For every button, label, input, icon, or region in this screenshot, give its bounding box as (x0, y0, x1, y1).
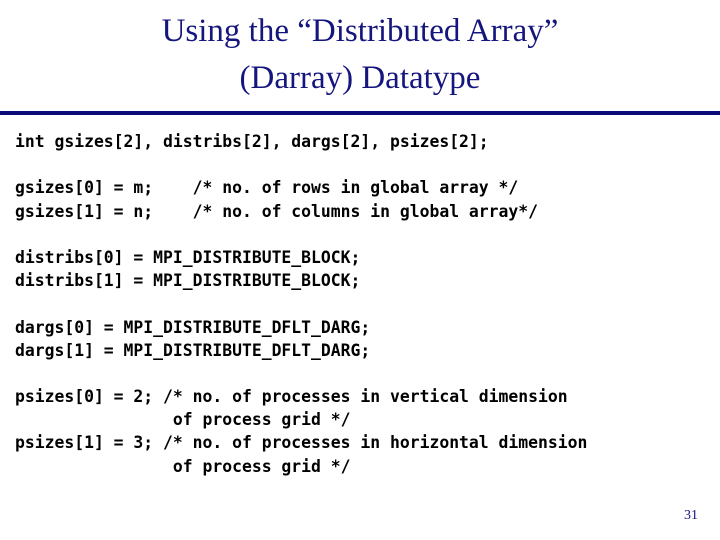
code-line: gsizes[0] = m; /* no. of rows in global … (15, 178, 519, 198)
code-line: dargs[1] = MPI_DISTRIBUTE_DFLT_DARG; (15, 340, 371, 360)
slide-canvas: Using the “Distributed Array” (Darray) D… (0, 0, 720, 540)
code-line: gsizes[1] = n; /* no. of columns in glob… (15, 201, 539, 221)
slide-title-line-2: (Darray) Datatype (239, 60, 481, 96)
code-line: distribs[1] = MPI_DISTRIBUTE_BLOCK; (15, 271, 361, 291)
code-line: of process grid */ (15, 410, 351, 430)
code-line: int gsizes[2], distribs[2], dargs[2], ps… (15, 132, 489, 151)
code-body: int gsizes[2], distribs[2], dargs[2], ps… (15, 130, 720, 478)
code-line: psizes[0] = 2; /* no. of processes in ve… (15, 387, 568, 407)
code-line: dargs[0] = MPI_DISTRIBUTE_DFLT_DARG; (15, 317, 371, 337)
code-line: distribs[0] = MPI_DISTRIBUTE_BLOCK; (15, 247, 361, 267)
title-divider-rule (0, 111, 720, 115)
code-line: of process grid */ (15, 456, 351, 476)
slide-title-line-1: Using the “Distributed Array” (161, 13, 559, 49)
page-number: 31 (684, 508, 698, 523)
slide-title: Using the “Distributed Array” (Darray) D… (0, 8, 720, 102)
code-line: psizes[1] = 3; /* no. of processes in ho… (15, 433, 588, 453)
